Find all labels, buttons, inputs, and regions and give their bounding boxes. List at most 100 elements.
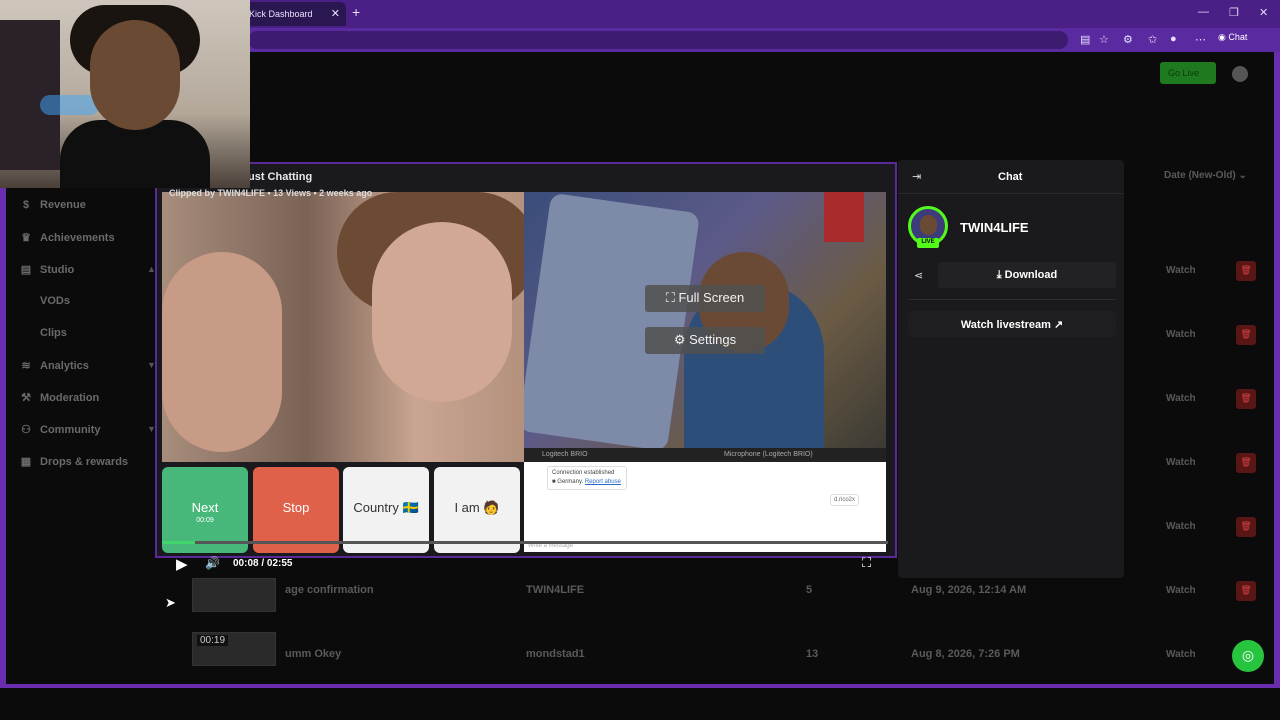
drops-icon: ▦ <box>20 456 32 468</box>
collections-icon[interactable]: ✩ <box>1148 33 1157 46</box>
sidebar-item-label: Achievements <box>40 232 115 244</box>
watch-button[interactable]: Watch <box>1166 393 1196 404</box>
sidebar-item-label: Studio <box>40 264 75 276</box>
address-bar[interactable] <box>248 31 1068 49</box>
sidebar-item-label: Analytics <box>40 360 89 372</box>
community-icon: ⚇ <box>21 424 31 436</box>
copilot-chat-button[interactable]: ◉ Chat <box>1218 32 1247 43</box>
close-window-icon[interactable]: ✕ <box>1259 6 1268 19</box>
sidebar-item-achievements[interactable]: ♛ Achievements <box>20 231 115 244</box>
sidebar-item-vods[interactable]: VODs <box>40 295 70 307</box>
video-progress-bar[interactable] <box>162 541 888 544</box>
tab-close-icon[interactable]: ✕ <box>331 7 340 20</box>
sidebar-item-community[interactable]: ⚇ Community <box>20 423 100 436</box>
share-icon[interactable]: ⋖ <box>914 269 923 282</box>
extension-icon[interactable]: ⚙ <box>1123 33 1133 46</box>
revenue-icon: $ <box>22 199 30 211</box>
new-tab-button[interactable]: + <box>352 4 360 20</box>
chat-button-label: Chat <box>1228 32 1248 42</box>
go-live-button[interactable]: Go Live <box>1160 62 1216 84</box>
microphone-select[interactable]: Microphone (Logitech BRIO) <box>724 451 813 458</box>
connection-message: Connection established ■ Germany. Report… <box>547 466 627 490</box>
sidebar-item-label: Drops & rewards <box>40 456 129 468</box>
download-button[interactable]: ⤓ Download <box>938 262 1116 288</box>
browser-tab[interactable]: Kick Dashboard ✕ <box>240 2 346 26</box>
delete-icon[interactable]: 🗑 <box>1236 581 1256 601</box>
copilot-icon: ◉ <box>1218 32 1229 42</box>
favorite-icon[interactable]: ☆ <box>1099 33 1109 46</box>
delete-icon[interactable]: 🗑 <box>1236 453 1256 473</box>
delete-icon[interactable]: 🗑 <box>1236 325 1256 345</box>
delete-icon[interactable]: 🗑 <box>1236 517 1256 537</box>
collapse-chat-icon[interactable]: ⇥ <box>912 170 921 183</box>
full-screen-label: Full Screen <box>678 290 745 305</box>
country-text: Germany <box>557 479 582 485</box>
watch-button[interactable]: Watch <box>1166 649 1196 660</box>
next-timer: 00:09 <box>196 517 214 524</box>
reader-icon[interactable]: ▤ <box>1080 33 1090 46</box>
external-link-icon: ↗ <box>1050 319 1064 331</box>
delete-icon[interactable]: 🗑 <box>1236 389 1256 409</box>
profile-icon[interactable]: ● <box>1170 33 1177 45</box>
report-abuse-link[interactable]: Report abuse <box>585 479 621 485</box>
fullscreen-icon[interactable]: ⛶ <box>862 555 871 571</box>
clip-title[interactable]: age confirmation <box>285 584 374 596</box>
streamer-name[interactable]: TWIN4LIFE <box>960 220 1029 235</box>
streamer-webcam-overlay <box>0 0 250 188</box>
delete-icon[interactable]: 🗑 <box>1236 261 1256 281</box>
watch-livestream-button[interactable]: Watch livestream ↗ <box>908 311 1116 337</box>
sidebar-item-label: Moderation <box>40 392 100 404</box>
camera-select[interactable]: Logitech BRIO <box>542 451 588 458</box>
watch-button[interactable]: Watch <box>1166 521 1196 532</box>
trophy-icon: ♛ <box>21 232 31 244</box>
clip-thumbnail[interactable]: 00:19 <box>192 632 276 666</box>
stranger-nickname: d.rico2x <box>830 494 860 506</box>
watch-button[interactable]: Watch <box>1166 585 1196 596</box>
watch-button[interactable]: Watch <box>1166 265 1196 276</box>
video-self-feed <box>524 192 886 448</box>
watch-livestream-label: Watch livestream <box>960 319 1051 331</box>
clip-clipper: TWIN4LIFE <box>526 584 585 596</box>
sidebar-item-revenue[interactable]: $ Revenue <box>20 199 86 211</box>
device-select-bar: Logitech BRIO Microphone (Logitech BRIO) <box>524 448 886 462</box>
watch-button[interactable]: Watch <box>1166 457 1196 468</box>
settings-button[interactable]: ⚙ Settings <box>645 327 765 354</box>
volume-icon[interactable]: 🔊 <box>205 556 220 570</box>
more-icon[interactable]: ⋯ <box>1195 33 1206 46</box>
clip-date: Aug 9, 2026, 12:14 AM <box>911 584 1027 596</box>
connection-text: Connection established <box>552 470 615 476</box>
clip-views: 5 <box>806 584 813 596</box>
tab-title: Kick Dashboard <box>249 9 313 19</box>
clip-views: 13 <box>806 648 819 660</box>
clip-clipper: mondstad1 <box>526 648 585 660</box>
moderation-icon: ⚒ <box>21 392 31 404</box>
clip-duration: 00:19 <box>197 635 229 646</box>
support-icon[interactable]: ◎ <box>1232 640 1264 672</box>
sort-label: Date (New-Old) <box>1164 170 1236 181</box>
play-icon[interactable]: ▶ <box>176 555 188 573</box>
studio-icon: ▤ <box>20 264 32 276</box>
minimize-icon[interactable]: — <box>1198 6 1209 18</box>
frame-border-bottom <box>0 684 1280 688</box>
chevron-down-icon: ⌄ <box>1238 170 1247 181</box>
full-screen-button[interactable]: ⛶ Full Screen <box>645 285 765 312</box>
clip-meta: Clipped by TWIN4LIFE • 13 Views • 2 week… <box>169 188 373 198</box>
sidebar-item-studio[interactable]: ▤ Studio <box>20 263 74 276</box>
sidebar-item-clips[interactable]: Clips <box>40 327 67 339</box>
restore-icon[interactable]: ❐ <box>1229 6 1239 19</box>
sort-dropdown[interactable]: Date (New-Old) ⌄ <box>1164 170 1247 181</box>
clip-category: ust Chatting <box>248 171 313 183</box>
clip-thumbnail[interactable] <box>192 578 276 612</box>
sidebar-item-drops[interactable]: ▦ Drops & rewards <box>20 455 128 468</box>
next-label: Next <box>191 500 219 515</box>
download-label: Download <box>1004 269 1058 281</box>
analytics-icon: ≋ <box>21 360 31 372</box>
sidebar-item-moderation[interactable]: ⚒ Moderation <box>20 391 99 404</box>
watch-button[interactable]: Watch <box>1166 329 1196 340</box>
user-avatar[interactable] <box>1232 66 1248 82</box>
go-live-label: Go Live <box>1168 68 1200 78</box>
clip-title[interactable]: umm Okey <box>285 648 341 660</box>
live-badge: LIVE <box>917 238 939 248</box>
sidebar-item-analytics[interactable]: ≋ Analytics <box>20 359 89 372</box>
frame-border-right <box>1274 52 1280 686</box>
